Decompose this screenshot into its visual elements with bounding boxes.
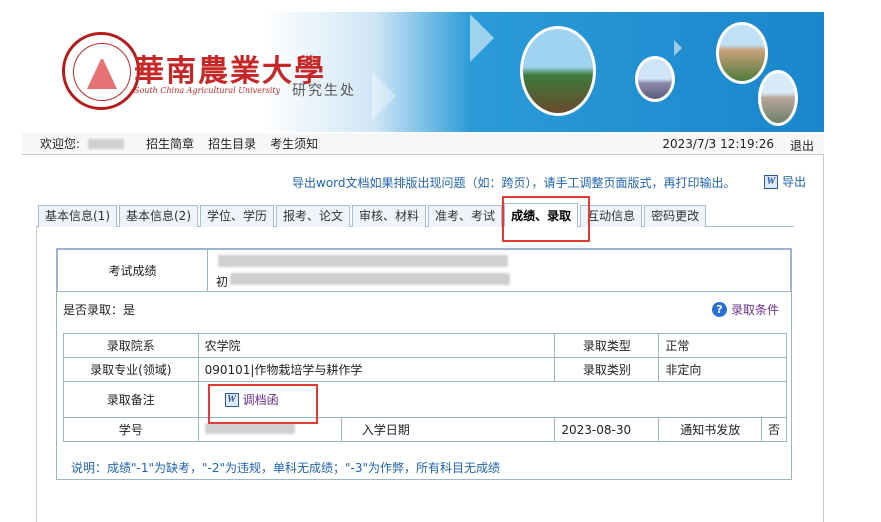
- nav-link-admission-catalog[interactable]: 招生目录: [208, 135, 256, 152]
- top-nav-bar: 欢迎您: 招生简章 招生目录 考生须知 2023/7/3 12:19:26 退出: [22, 133, 824, 155]
- major-label: 录取专业(领域): [63, 357, 199, 382]
- tab-bar: 基本信息(1) 基本信息(2) 学位、学历 报考、论文 审核、材料 准考、考试 …: [38, 203, 708, 227]
- word-document-icon: W: [764, 174, 778, 189]
- help-question-icon: ?: [711, 302, 727, 317]
- page: 華南農業大學 South China Agricultural Universi…: [0, 0, 881, 522]
- frame-border: [823, 155, 824, 522]
- highlight-box-note: [208, 384, 318, 424]
- admitted-label: 是否录取：: [63, 303, 124, 317]
- admission-panel: 考试成绩 初 是否录取：是 ? 录取条件 录取院系 农学院 录取类型 正常 录取…: [56, 248, 792, 480]
- admitted-value: 是: [123, 303, 136, 317]
- student-id-label: 学号: [63, 417, 199, 442]
- header-banner: 華南農業大學 South China Agricultural Universi…: [22, 12, 824, 132]
- tab-admission-exam[interactable]: 准考、考试: [428, 205, 503, 227]
- chevron-decoration-icon: [372, 72, 396, 120]
- campus-photo: [758, 70, 798, 126]
- table-row: 录取院系 农学院 录取类型 正常: [63, 333, 787, 358]
- note-label: 录取备注: [63, 381, 199, 418]
- logout-link[interactable]: 退出: [790, 137, 814, 154]
- table-row: 录取专业(领域) 090101|作物栽培学与耕作学 录取类别 非定向: [63, 357, 787, 382]
- export-button-label: 导出: [782, 175, 807, 189]
- table-row: 学号 入学日期 2023-08-30 通知书发放 否: [63, 417, 788, 442]
- campus-photo: [716, 22, 768, 84]
- enroll-date-value: 2023-08-30: [554, 417, 660, 442]
- campus-photo: [635, 56, 675, 102]
- nav-link-admission-guide[interactable]: 招生简章: [146, 135, 194, 152]
- school-value: 农学院: [197, 333, 556, 358]
- table-row: 录取备注 W 调档函: [63, 381, 788, 418]
- type-value: 正常: [658, 333, 787, 358]
- score-line-redacted: [218, 254, 508, 267]
- nav-link-applicant-notice[interactable]: 考生须知: [270, 135, 318, 152]
- school-name-en: South China Agricultural University: [134, 86, 281, 95]
- enroll-date-cell: 入学日期: [340, 417, 556, 442]
- tab-change-password[interactable]: 密码更改: [644, 205, 707, 227]
- score-line-redacted: [230, 272, 510, 285]
- campus-photo: [520, 26, 596, 116]
- tab-basic-info-2[interactable]: 基本信息(2): [119, 205, 198, 227]
- admitted-status: 是否录取：是: [63, 301, 135, 318]
- tab-basic-info-1[interactable]: 基本信息(1): [38, 205, 117, 227]
- tab-application-thesis[interactable]: 报考、论文: [276, 205, 351, 227]
- username-redacted: [88, 138, 125, 149]
- notice-value: 否: [760, 417, 788, 442]
- chevron-decoration-icon: [470, 14, 494, 62]
- tab-review-materials[interactable]: 审核、材料: [352, 205, 427, 227]
- category-label: 录取类别: [554, 357, 660, 382]
- chevron-decoration-icon: [674, 40, 682, 56]
- type-label: 录取类型: [554, 333, 660, 358]
- student-id-redacted: [204, 422, 295, 434]
- score-label: 考试成绩: [57, 249, 208, 292]
- notice-label: 通知书发放: [658, 417, 762, 442]
- export-word-button[interactable]: W 导出: [764, 173, 806, 190]
- major-value: 090101|作物栽培学与耕作学: [197, 357, 556, 382]
- admission-condition-link[interactable]: ? 录取条件: [711, 301, 779, 318]
- score-value-redacted: 初: [207, 249, 791, 292]
- datetime: 2023/7/3 12:19:26: [662, 137, 774, 151]
- export-notice: 导出word文档如果排版出现问题（如：跨页），请手工调整页面版式，再打印输出。: [292, 176, 736, 190]
- admission-info-table: 录取院系 农学院 录取类型 正常 录取专业(领域) 090101|作物栽培学与耕…: [63, 333, 788, 442]
- tab-degree-education[interactable]: 学位、学历: [200, 205, 275, 227]
- highlight-box-tab: [502, 196, 590, 242]
- frame-border: [36, 226, 37, 522]
- enroll-date-label: 入学日期: [361, 423, 410, 437]
- footnote: 说明：成绩"-1"为缺考，"-2"为违规，单科无成绩；"-3"为作弊，所有科目无…: [71, 461, 501, 475]
- school-label: 录取院系: [63, 333, 199, 358]
- department-name: 研究生处: [292, 83, 356, 99]
- score-table: 考试成绩 初: [57, 249, 791, 292]
- university-seal-logo: [62, 32, 140, 110]
- score-prefix: 初: [216, 274, 229, 289]
- category-value: 非定向: [658, 357, 787, 382]
- admission-condition-label: 录取条件: [730, 303, 779, 317]
- welcome-label: 欢迎您:: [40, 137, 81, 151]
